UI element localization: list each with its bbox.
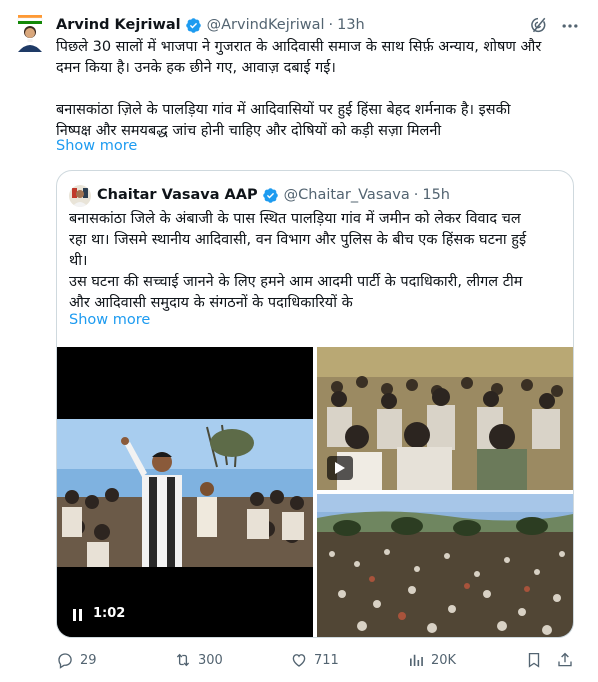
tweet-body: पिछले 30 सालों में भाजपा ने गुजरात के आद… — [56, 37, 576, 142]
quote-body-line: उस घटना की सच्चाई जानने के लिए हमने आम आ… — [69, 274, 523, 290]
author-name[interactable]: Arvind Kejriwal — [56, 17, 181, 33]
share-button[interactable] — [556, 646, 580, 674]
bookmark-button[interactable] — [525, 646, 549, 674]
quote-show-more-link[interactable]: Show more — [69, 312, 150, 328]
quote-author-avatar[interactable] — [69, 185, 91, 207]
video-duration: 1:02 — [93, 606, 126, 621]
tweet[interactable]: Arvind Kejriwal @ArvindKejriwal · 13h पि… — [0, 0, 598, 682]
like-count: 711 — [314, 652, 339, 668]
quote-body-line: थी। — [69, 253, 88, 269]
repost-button[interactable]: 300 — [174, 646, 223, 674]
show-more-link[interactable]: Show more — [56, 138, 137, 154]
bookmark-icon — [528, 652, 540, 668]
play-icon[interactable] — [327, 456, 353, 480]
tweet-body-line: बनासकांठा ज़िले के पालड़िया गांव में आदि… — [56, 102, 511, 118]
author-handle[interactable]: @ArvindKejriwal — [207, 17, 325, 33]
reply-count: 29 — [80, 652, 97, 668]
reply-button[interactable]: 29 — [56, 646, 97, 674]
reply-icon — [58, 653, 72, 669]
heart-icon — [292, 654, 306, 667]
tweet-time[interactable]: 13h — [337, 17, 365, 33]
quote-body-line: और आदिवासी समुदाय के संगठनों के पदाधिकार… — [69, 295, 353, 311]
quote-body: बनासकांठा जिले के अंबाजी के पास स्थित पा… — [69, 209, 565, 314]
share-icon — [558, 652, 572, 667]
quote-header: Chaitar Vasava AAP @Chaitar_Vasava · 15h — [97, 184, 450, 206]
like-button[interactable]: 711 — [290, 646, 339, 674]
verified-badge-icon — [262, 187, 279, 204]
quote-time[interactable]: 15h — [422, 187, 450, 203]
pause-icon[interactable] — [73, 609, 85, 623]
views-button[interactable]: 20K — [407, 646, 456, 674]
separator-dot: · — [328, 17, 334, 33]
video-player[interactable]: 1:02 — [57, 347, 313, 637]
verified-badge-icon — [185, 17, 202, 34]
views-count: 20K — [431, 652, 457, 668]
views-icon — [410, 654, 423, 666]
repost-count: 300 — [198, 652, 223, 668]
grok-icon[interactable] — [529, 16, 547, 34]
quote-body-line: रहा था। जिसमे स्थानीय आदिवासी, वन विभाग … — [69, 232, 527, 248]
quoted-tweet[interactable]: Chaitar Vasava AAP @Chaitar_Vasava · 15h… — [56, 170, 574, 638]
media-image[interactable] — [317, 494, 573, 637]
tweet-body-line: दमन किया है। उनके हक छीने गए, आवाज़ दबाई… — [56, 60, 336, 76]
separator-dot: · — [413, 187, 419, 203]
tweet-body-line: पिछले 30 सालों में भाजपा ने गुजरात के आद… — [56, 39, 542, 55]
quote-author-handle[interactable]: @Chaitar_Vasava — [284, 187, 410, 203]
media-image[interactable] — [317, 347, 573, 490]
author-avatar[interactable] — [12, 14, 48, 54]
repost-icon — [176, 653, 190, 667]
quote-author-name[interactable]: Chaitar Vasava AAP — [97, 187, 258, 203]
action-bar: 29 300 711 20K — [0, 646, 598, 674]
quote-body-line: बनासकांठा जिले के अंबाजी के पास स्थित पा… — [69, 211, 521, 227]
tweet-header: Arvind Kejriwal @ArvindKejriwal · 13h — [56, 14, 365, 36]
more-icon[interactable] — [560, 16, 580, 36]
media-grid: 1:02 — [57, 347, 573, 637]
